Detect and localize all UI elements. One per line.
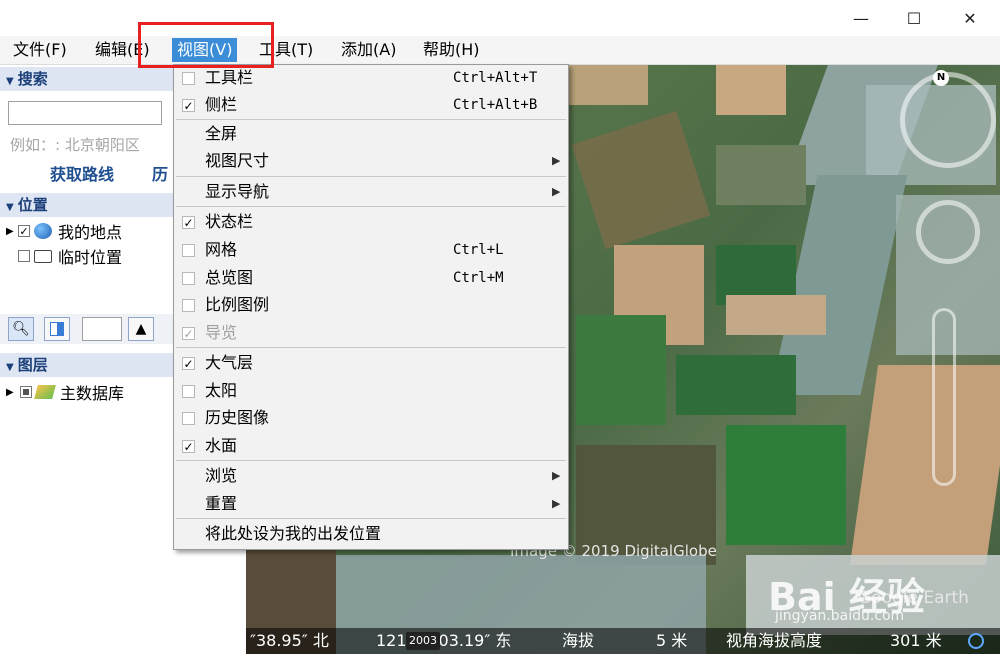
checkmark-icon: ✓ bbox=[182, 216, 195, 230]
menu-edit[interactable]: 编辑(E) bbox=[90, 38, 155, 62]
expand-arrow-icon[interactable]: ▶ bbox=[6, 387, 20, 398]
submenu-arrow-icon: ▶ bbox=[552, 185, 561, 198]
up-arrow-icon: ▲ bbox=[135, 321, 147, 337]
status-longitude: 121°37′03.19″ 东 bbox=[376, 631, 512, 650]
status-altitude-value: 5 米 bbox=[656, 631, 688, 650]
view-menu-item-set-start-location[interactable]: 将此处设为我的出发位置 bbox=[174, 521, 568, 547]
menu-checkbox bbox=[182, 412, 195, 425]
view-menu-item-historical-imagery[interactable]: 历史图像 bbox=[174, 405, 568, 431]
look-joystick[interactable] bbox=[916, 200, 980, 264]
view-menu-item-overview-map[interactable]: 总览图 Ctrl+M bbox=[174, 265, 568, 291]
view-menu-item-view-size[interactable]: 视图尺寸 ▶ bbox=[174, 148, 568, 174]
baidu-url: jingyan.baidu.com bbox=[775, 608, 905, 624]
view-menu-item-tour: ✓ 导览 bbox=[182, 323, 238, 342]
toolbar-field[interactable] bbox=[82, 317, 122, 341]
view-menu-item-sun[interactable]: 太阳 bbox=[174, 378, 568, 404]
north-indicator[interactable]: N bbox=[933, 70, 949, 86]
farm-field bbox=[716, 145, 806, 205]
expand-arrow-icon[interactable]: ▶ bbox=[6, 226, 18, 237]
view-menu-item-scale-legend[interactable]: 比例图例 bbox=[174, 292, 568, 318]
farm-field bbox=[576, 315, 666, 425]
menu-separator bbox=[176, 206, 566, 207]
status-latitude: ″38.95″ 北 bbox=[250, 631, 329, 650]
view-menu-item-water-surface[interactable]: ✓ 水面 bbox=[174, 433, 568, 459]
view-menu-item-show-navigation[interactable]: 显示导航 ▶ bbox=[174, 179, 568, 205]
checkmark-icon: ✓ bbox=[182, 327, 195, 341]
menu-tools[interactable]: 工具(T) bbox=[254, 38, 318, 62]
submenu-arrow-icon: ▶ bbox=[552, 469, 561, 482]
status-altitude-label: 海拔 bbox=[562, 631, 595, 650]
menu-bar: 文件(F) 编辑(E) 视图(V) 工具(T) 添加(A) 帮助(H) bbox=[0, 36, 1000, 65]
menu-view[interactable]: 视图(V) bbox=[172, 38, 238, 62]
search-example-text: 例如：: 北京朝阳区 bbox=[10, 136, 140, 154]
menu-separator bbox=[176, 176, 566, 177]
title-bar: — ☐ ✕ bbox=[0, 0, 1000, 36]
view-menu-item-sidebar[interactable]: ✓ 侧栏 Ctrl+Alt+B bbox=[174, 92, 568, 118]
close-button[interactable]: ✕ bbox=[947, 0, 993, 36]
submenu-arrow-icon: ▶ bbox=[552, 497, 561, 510]
view-menu-item-reset[interactable]: 重置 ▶ bbox=[174, 491, 568, 517]
farm-field bbox=[726, 295, 826, 335]
compass-ring[interactable] bbox=[900, 72, 996, 168]
menu-checkbox bbox=[182, 272, 195, 285]
terrain-patch bbox=[568, 65, 648, 105]
layer-checkbox[interactable] bbox=[20, 386, 32, 398]
panel-toggle-button[interactable] bbox=[44, 317, 70, 341]
menu-separator bbox=[176, 119, 566, 120]
menu-checkbox bbox=[182, 244, 195, 257]
farm-field bbox=[676, 355, 796, 415]
menu-checkbox bbox=[182, 299, 195, 312]
history-link[interactable]: 历 bbox=[152, 161, 168, 185]
menu-file[interactable]: 文件(F) bbox=[8, 38, 72, 62]
get-route-link[interactable]: 获取路线 bbox=[50, 161, 114, 185]
maximize-button[interactable]: ☐ bbox=[891, 0, 937, 36]
menu-checkbox bbox=[182, 72, 195, 85]
checkmark-icon: ✓ bbox=[182, 440, 195, 454]
checkmark-icon: ✓ bbox=[182, 99, 195, 113]
menu-checkbox bbox=[182, 385, 195, 398]
layers-icon bbox=[34, 385, 56, 399]
menu-help[interactable]: 帮助(H) bbox=[418, 38, 485, 62]
year-badge: 2003 bbox=[406, 632, 440, 650]
menu-separator bbox=[176, 347, 566, 348]
minimize-button[interactable]: — bbox=[838, 0, 884, 36]
view-menu-item-toolbar[interactable]: 工具栏 Ctrl+Alt+T bbox=[174, 65, 568, 91]
view-menu-item-grid[interactable]: 网格 Ctrl+L bbox=[174, 237, 568, 263]
farm-field bbox=[849, 365, 1000, 565]
collapse-triangle-icon: ▼ bbox=[6, 76, 14, 87]
farm-field bbox=[571, 110, 711, 250]
view-menu-dropdown: 工具栏 Ctrl+Alt+T ✓ 侧栏 Ctrl+Alt+B 全屏 视图尺寸 ▶… bbox=[173, 64, 569, 550]
globe-icon bbox=[34, 223, 52, 239]
status-eye-label: 视角海拔高度 bbox=[726, 631, 823, 650]
view-menu-item-explore[interactable]: 浏览 ▶ bbox=[174, 463, 568, 489]
status-eye-value: 301 米 bbox=[890, 631, 942, 650]
collapse-triangle-icon: ▼ bbox=[6, 202, 14, 213]
farm-field bbox=[726, 425, 846, 545]
terrain-patch bbox=[716, 65, 786, 115]
search-input[interactable] bbox=[8, 101, 162, 125]
menu-separator bbox=[176, 460, 566, 461]
place-item-temporary[interactable]: 临时位置 bbox=[18, 245, 122, 267]
submenu-arrow-icon: ▶ bbox=[552, 154, 561, 167]
zoom-slider[interactable] bbox=[932, 308, 956, 486]
status-bar: ″38.95″ 北 121°37′03.19″ 东 2003 海拔 5 米 视角… bbox=[246, 628, 1000, 654]
panel-icon bbox=[50, 322, 64, 336]
view-menu-item-status-bar[interactable]: ✓ 状态栏 bbox=[174, 209, 568, 235]
search-panel-button[interactable]: 🔍︎ bbox=[8, 317, 34, 341]
folder-icon bbox=[34, 249, 52, 263]
checkmark-icon: ✓ bbox=[182, 357, 195, 371]
view-menu-item-atmosphere[interactable]: ✓ 大气层 bbox=[174, 350, 568, 376]
place-item-my-places[interactable]: ▶ ✓ 我的地点 bbox=[6, 220, 122, 242]
place-checkbox[interactable] bbox=[18, 250, 30, 262]
menu-add[interactable]: 添加(A) bbox=[336, 38, 401, 62]
move-up-button[interactable]: ▲ bbox=[128, 317, 154, 341]
layer-item-main-database[interactable]: ▶ 主数据库 bbox=[6, 381, 124, 403]
magnifier-icon: 🔍︎ bbox=[12, 321, 30, 337]
place-checkbox[interactable]: ✓ bbox=[18, 225, 30, 237]
collapse-triangle-icon: ▼ bbox=[6, 362, 14, 373]
menu-separator bbox=[176, 518, 566, 519]
view-menu-item-fullscreen[interactable]: 全屏 bbox=[174, 121, 568, 147]
streaming-indicator-icon bbox=[968, 633, 984, 649]
